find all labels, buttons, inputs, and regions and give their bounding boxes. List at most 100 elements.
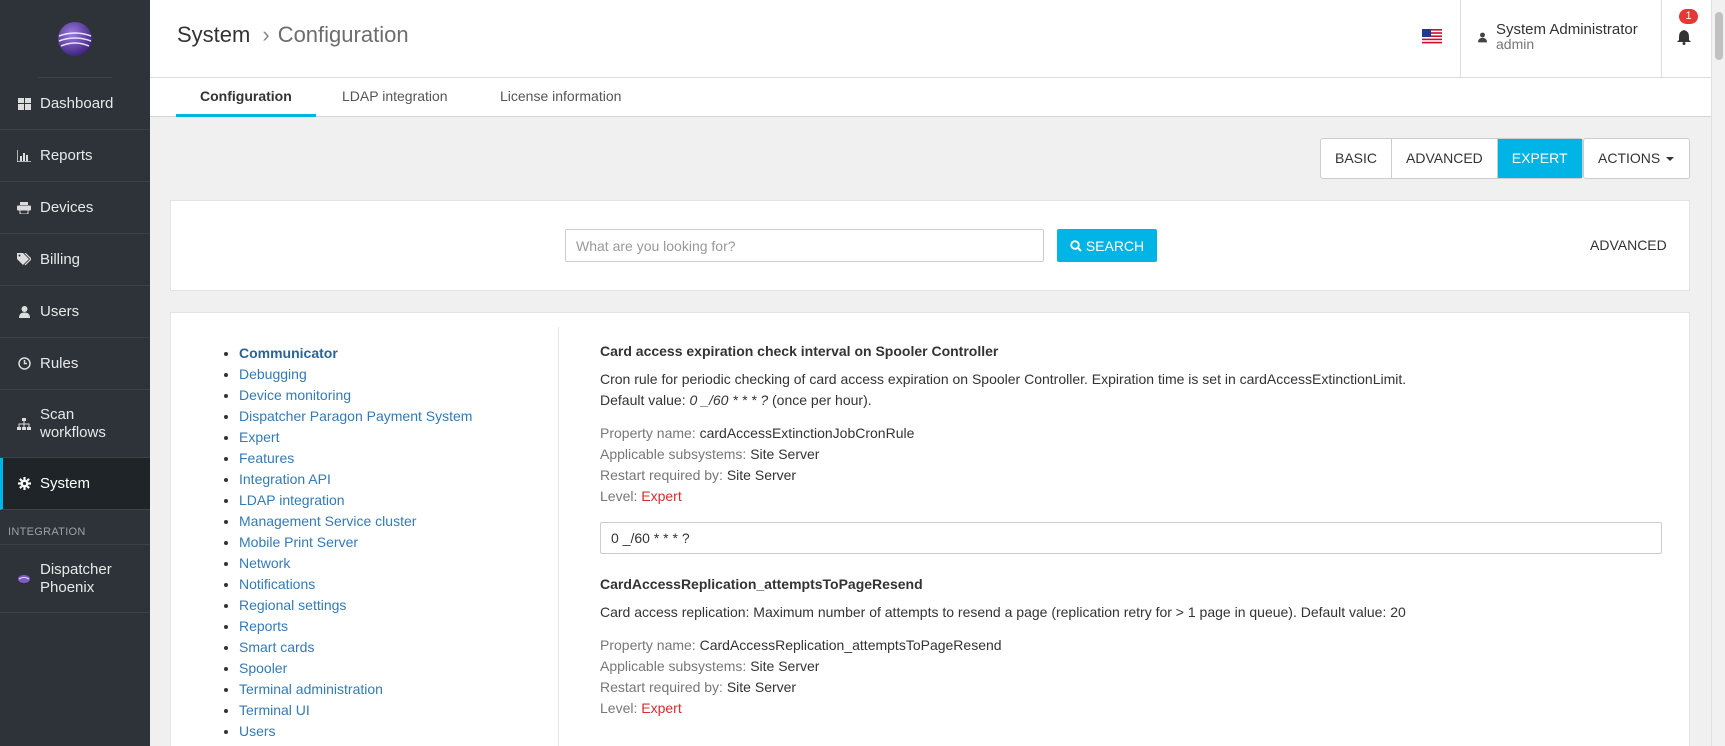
search-panel: SEARCH ADVANCED	[170, 200, 1690, 291]
level-value: Expert	[641, 488, 682, 504]
category-item-notifications[interactable]: Notifications	[223, 574, 472, 595]
subsystems-value: Site Server	[750, 446, 820, 462]
category-item-smart-cards[interactable]: Smart cards	[223, 637, 472, 658]
sidebar-item-label: Dispatcher Phoenix	[40, 560, 112, 596]
category-item-expert[interactable]: Expert	[223, 427, 472, 448]
sidebar-item-label: Reports	[40, 147, 93, 164]
user-icon	[1478, 30, 1487, 48]
property-name-value: CardAccessReplication_attemptsToPageRese…	[699, 637, 1002, 653]
property-title: Card access expiration check interval on…	[600, 343, 999, 359]
advanced-search-link[interactable]: ADVANCED	[1590, 237, 1667, 253]
property-meta: Property name: cardAccessExtinctionJobCr…	[600, 425, 915, 504]
property-description: Card access replication: Maximum number …	[600, 604, 1406, 620]
breadcrumb-item-configuration: Configuration	[277, 22, 409, 47]
level-advanced-button[interactable]: ADVANCED	[1392, 139, 1498, 178]
category-item-payment-system[interactable]: Dispatcher Paragon Payment System	[223, 406, 472, 427]
sidebar-item-users[interactable]: Users	[0, 286, 150, 338]
category-item-users[interactable]: Users	[223, 721, 472, 742]
category-item-reports[interactable]: Reports	[223, 616, 472, 637]
actions-label: ACTIONS	[1598, 150, 1661, 166]
page-scrollbar[interactable]	[1711, 0, 1725, 746]
search-button[interactable]: SEARCH	[1057, 229, 1157, 262]
property-value-input[interactable]	[600, 522, 1662, 554]
search-icon	[1070, 239, 1082, 252]
category-item-ldap-integration[interactable]: LDAP integration	[223, 490, 472, 511]
sidebar-item-reports[interactable]: Reports	[0, 130, 150, 182]
sidebar-item-label: Billing	[40, 251, 81, 268]
category-item-mobile-print-server[interactable]: Mobile Print Server	[223, 532, 472, 553]
category-item-regional-settings[interactable]: Regional settings	[223, 595, 472, 616]
sidebar-item-dashboard[interactable]: Dashboard	[0, 78, 150, 130]
us-flag-icon[interactable]	[1422, 29, 1442, 45]
sidebar-item-label: Rules	[40, 355, 79, 372]
config-level-selector: BASIC ADVANCED EXPERT	[1320, 138, 1583, 179]
category-list: Communicator Debugging Device monitoring…	[223, 343, 472, 742]
user-icon	[17, 305, 31, 319]
user-menu[interactable]: System Administrator admin	[1460, 0, 1662, 78]
category-item-communicator[interactable]: Communicator	[223, 343, 472, 364]
sidebar: Dashboard Reports Devices Billing Users …	[0, 0, 150, 746]
actions-dropdown-button[interactable]: ACTIONS	[1583, 138, 1690, 179]
printer-icon	[17, 201, 31, 215]
category-item-integration-api[interactable]: Integration API	[223, 469, 472, 490]
level-value: Expert	[641, 700, 682, 716]
sidebar-item-label: Scan workflows	[40, 405, 106, 441]
restart-value: Site Server	[726, 467, 797, 483]
tags-icon	[17, 253, 31, 267]
scrollbar-thumb[interactable]	[1715, 12, 1723, 60]
sidebar-section-integration: INTEGRATION	[0, 510, 150, 545]
tab-bar: Configuration LDAP integration License i…	[150, 78, 1711, 117]
category-item-management-service-cluster[interactable]: Management Service cluster	[223, 511, 472, 532]
bar-chart-icon	[17, 149, 31, 163]
sidebar-item-rules[interactable]: Rules	[0, 338, 150, 390]
restart-value: Site Server	[726, 679, 797, 695]
phoenix-logo-icon	[17, 572, 31, 586]
gear-icon	[17, 477, 31, 491]
property-title: CardAccessReplication_attemptsToPageRese…	[600, 576, 923, 592]
chevron-right-icon: ›	[262, 22, 270, 47]
property-name-value: cardAccessExtinctionJobCronRule	[699, 425, 915, 441]
sidebar-item-label: Users	[40, 303, 80, 320]
dashboard-icon	[17, 97, 31, 111]
clock-icon	[17, 357, 31, 371]
sidebar-item-label: Dashboard	[40, 95, 114, 112]
search-button-label: SEARCH	[1085, 237, 1145, 254]
property-block: CardAccessReplication_attemptsToPageRese…	[600, 576, 1662, 719]
category-item-terminal-ui[interactable]: Terminal UI	[223, 700, 472, 721]
bell-icon[interactable]	[1677, 30, 1691, 50]
app-logo-icon	[58, 21, 92, 56]
property-block: Card access expiration check interval on…	[600, 343, 1662, 554]
panel-divider	[558, 327, 559, 746]
sidebar-item-label: Devices	[40, 199, 94, 216]
level-basic-button[interactable]: BASIC	[1321, 139, 1393, 178]
tab-license-information[interactable]: License information	[500, 78, 621, 117]
app-logo[interactable]	[38, 0, 112, 78]
search-input[interactable]	[565, 229, 1044, 262]
tab-configuration[interactable]: Configuration	[176, 78, 316, 117]
sitemap-icon	[17, 417, 31, 431]
top-header: System › Configuration System Administra…	[150, 0, 1711, 78]
subsystems-value: Site Server	[750, 658, 820, 674]
category-item-network[interactable]: Network	[223, 553, 472, 574]
sidebar-item-scan-workflows[interactable]: Scan workflows	[0, 390, 150, 458]
sidebar-item-billing[interactable]: Billing	[0, 234, 150, 286]
caret-down-icon	[1666, 157, 1675, 162]
sidebar-item-dispatcher-phoenix[interactable]: Dispatcher Phoenix	[0, 545, 150, 613]
property-meta: Property name: CardAccessReplication_att…	[600, 637, 1002, 716]
category-item-features[interactable]: Features	[223, 448, 472, 469]
configuration-panel: Communicator Debugging Device monitoring…	[170, 312, 1690, 746]
sidebar-item-label: System	[40, 475, 91, 492]
category-item-terminal-administration[interactable]: Terminal administration	[223, 679, 472, 700]
category-item-device-monitoring[interactable]: Device monitoring	[223, 385, 472, 406]
category-item-spooler[interactable]: Spooler	[223, 658, 472, 679]
sidebar-item-system[interactable]: System	[0, 458, 150, 510]
breadcrumb: System › Configuration	[177, 22, 409, 48]
tab-ldap-integration[interactable]: LDAP integration	[342, 78, 448, 117]
user-login: admin	[1496, 36, 1535, 52]
breadcrumb-item-system[interactable]: System	[177, 22, 250, 48]
level-expert-button[interactable]: EXPERT	[1497, 139, 1582, 178]
sidebar-item-devices[interactable]: Devices	[0, 182, 150, 234]
property-description: Cron rule for periodic checking of card …	[600, 371, 1407, 408]
notification-badge: 1	[1679, 9, 1698, 24]
category-item-debugging[interactable]: Debugging	[223, 364, 472, 385]
